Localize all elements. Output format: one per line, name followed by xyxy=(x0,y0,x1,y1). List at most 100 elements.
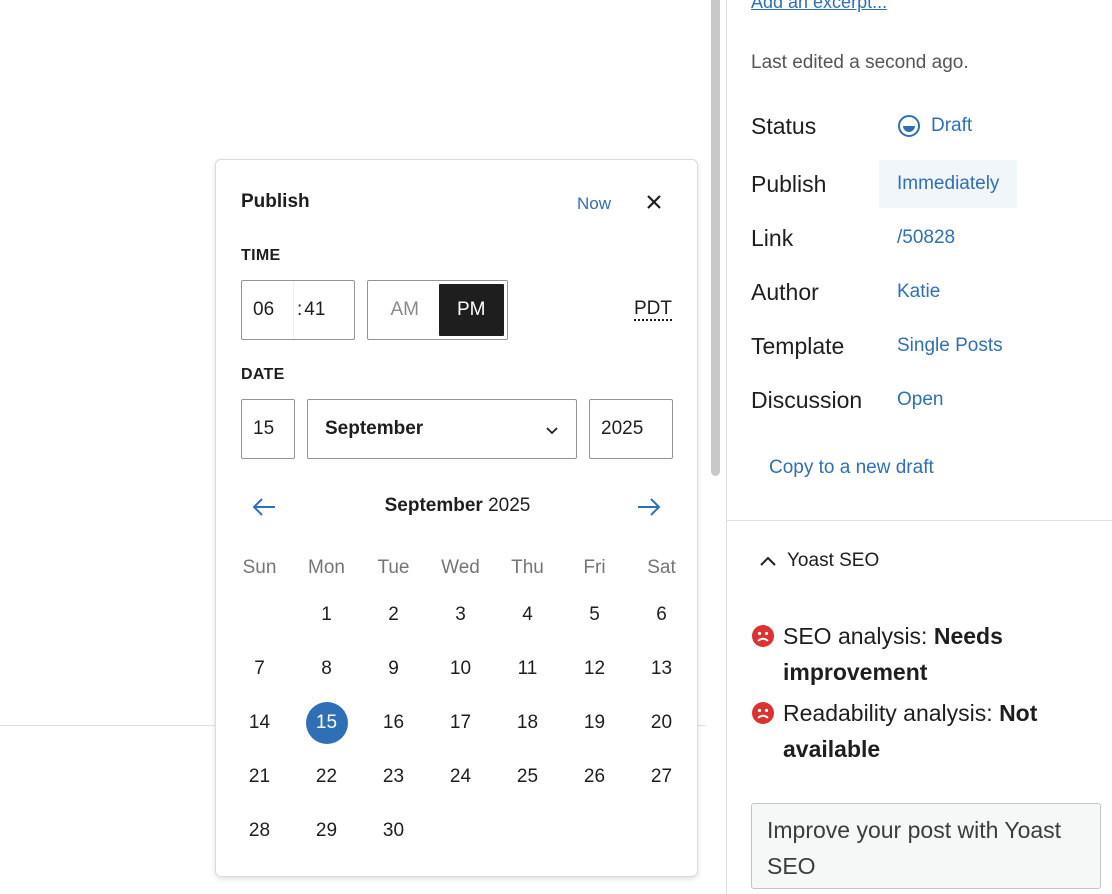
calendar-day[interactable]: 26 xyxy=(561,750,628,804)
template-button[interactable]: Single Posts xyxy=(897,335,1003,357)
calendar-day[interactable]: 16 xyxy=(360,696,427,750)
month-select-value: September xyxy=(325,418,424,439)
timezone-label[interactable]: PDT xyxy=(634,299,672,321)
publish-date-button[interactable]: Immediately xyxy=(879,160,1018,208)
sidebar-divider xyxy=(727,520,1112,521)
author-button[interactable]: Katie xyxy=(897,281,940,303)
now-button[interactable]: Now xyxy=(577,194,611,214)
template-row: Template Single Posts xyxy=(751,326,1091,366)
sad-face-icon xyxy=(752,702,774,724)
am-pm-toggle: AM PM xyxy=(367,280,508,340)
link-row: Link /50828 xyxy=(751,218,1091,258)
calendar-day[interactable]: 19 xyxy=(561,696,628,750)
calendar-day[interactable]: 7 xyxy=(226,642,293,696)
calendar-grid: Sun Mon Tue Wed Thu Fri Sat 1 2 3 4 5 6 7 8 9 10 1… xyxy=(226,548,696,858)
calendar-day[interactable]: 13 xyxy=(628,642,695,696)
calendar-day[interactable]: 6 xyxy=(628,588,695,642)
date-label: DATE xyxy=(241,366,285,383)
calendar-day-selected[interactable]: 15 xyxy=(293,696,360,750)
calendar-day[interactable]: 29 xyxy=(293,804,360,858)
calendar-day[interactable]: 2 xyxy=(360,588,427,642)
calendar-day[interactable]: 30 xyxy=(360,804,427,858)
previous-month-arrow-icon[interactable] xyxy=(250,495,278,519)
calendar-week-row: 21 22 23 24 25 26 27 xyxy=(226,750,696,804)
pm-button[interactable]: PM xyxy=(438,284,504,336)
time-input: 06 : 41 xyxy=(241,280,355,340)
improve-with-yoast-button[interactable]: Improve your post with Yoast SEO xyxy=(751,803,1101,889)
calendar-day[interactable]: 27 xyxy=(628,750,695,804)
publish-date-popover: Publish Now TIME 06 : 41 AM PM PDT DATE … xyxy=(215,159,698,877)
last-edited-text: Last edited a second ago. xyxy=(751,52,969,73)
weekday-label: Tue xyxy=(377,557,410,578)
calendar-day[interactable]: 5 xyxy=(561,588,628,642)
discussion-row: Discussion Open xyxy=(751,380,1091,420)
seo-analysis-text: SEO analysis: Needs improvement xyxy=(783,623,1003,685)
calendar-week-row: 28 29 30 xyxy=(226,804,696,858)
calendar-weekday-header: Sun Mon Tue Wed Thu Fri Sat xyxy=(226,548,696,588)
year-input[interactable]: 2025 xyxy=(589,399,673,459)
calendar-day[interactable]: 28 xyxy=(226,804,293,858)
am-button[interactable]: AM xyxy=(371,284,439,336)
yoast-panel-title: Yoast SEO xyxy=(787,550,880,571)
publish-label: Publish xyxy=(751,170,827,197)
weekday-label: Sun xyxy=(242,557,277,578)
calendar-empty-cell xyxy=(628,804,695,858)
calendar-day[interactable]: 14 xyxy=(226,696,293,750)
popover-title: Publish xyxy=(241,191,310,212)
weekday-label: Mon xyxy=(308,557,345,578)
month-select[interactable]: September xyxy=(307,399,577,459)
settings-sidebar: Add an excerpt... Last edited a second a… xyxy=(727,0,1112,894)
chevron-down-icon xyxy=(546,427,558,435)
link-button[interactable]: /50828 xyxy=(897,227,955,249)
calendar-day[interactable]: 21 xyxy=(226,750,293,804)
author-label: Author xyxy=(751,278,819,305)
add-excerpt-link[interactable]: Add an excerpt... xyxy=(751,0,887,13)
time-label: TIME xyxy=(241,247,281,264)
calendar-day[interactable]: 22 xyxy=(293,750,360,804)
calendar-day[interactable]: 25 xyxy=(494,750,561,804)
calendar-empty-cell xyxy=(561,804,628,858)
hour-input[interactable]: 06 xyxy=(242,281,294,339)
sad-face-icon xyxy=(752,625,774,647)
weekday-label: Sat xyxy=(647,557,676,578)
calendar-day[interactable]: 9 xyxy=(360,642,427,696)
calendar-day[interactable]: 20 xyxy=(628,696,695,750)
calendar-day[interactable]: 12 xyxy=(561,642,628,696)
time-separator: : xyxy=(297,299,303,320)
publish-row: Publish Immediately xyxy=(751,160,1091,208)
status-label: Status xyxy=(751,112,817,139)
calendar-empty-cell xyxy=(494,804,561,858)
calendar-week-row: 7 8 9 10 11 12 13 xyxy=(226,642,696,696)
calendar-day[interactable]: 8 xyxy=(293,642,360,696)
status-value: Draft xyxy=(931,115,973,136)
seo-analysis: SEO analysis: Needs improvement xyxy=(751,618,1091,690)
calendar-year: 2025 xyxy=(488,495,531,516)
calendar-week-row: 14 15 16 17 18 19 20 xyxy=(226,696,696,750)
yoast-panel-toggle[interactable]: Yoast SEO xyxy=(759,550,879,572)
status-button[interactable]: Draft xyxy=(897,114,972,138)
weekday-label: Wed xyxy=(441,557,480,578)
calendar-day[interactable]: 24 xyxy=(427,750,494,804)
calendar-empty-cell xyxy=(427,804,494,858)
calendar-day[interactable]: 17 xyxy=(427,696,494,750)
status-row: Status Draft xyxy=(751,106,1091,146)
calendar-day[interactable]: 1 xyxy=(293,588,360,642)
calendar-day[interactable]: 23 xyxy=(360,750,427,804)
copy-to-new-draft-button[interactable]: Copy to a new draft xyxy=(769,457,934,479)
chevron-up-icon xyxy=(760,556,776,566)
link-label: Link xyxy=(751,224,794,251)
calendar-title: September 2025 xyxy=(216,495,699,517)
close-icon[interactable] xyxy=(643,191,665,213)
calendar-day[interactable]: 4 xyxy=(494,588,561,642)
calendar-day[interactable]: 10 xyxy=(427,642,494,696)
calendar-day[interactable]: 18 xyxy=(494,696,561,750)
day-input[interactable]: 15 xyxy=(241,399,295,459)
calendar-weeks: 1 2 3 4 5 6 7 8 9 10 11 12 13 14 15 16 17 18 19 20 21 22 23 24 2… xyxy=(226,588,696,858)
calendar-week-row: 123456 xyxy=(226,588,696,642)
next-month-arrow-icon[interactable] xyxy=(635,495,663,519)
canvas-scrollbar[interactable] xyxy=(711,0,720,476)
calendar-day[interactable]: 3 xyxy=(427,588,494,642)
minute-input[interactable]: 41 xyxy=(304,299,325,321)
calendar-day[interactable]: 11 xyxy=(494,642,561,696)
discussion-button[interactable]: Open xyxy=(897,389,943,411)
